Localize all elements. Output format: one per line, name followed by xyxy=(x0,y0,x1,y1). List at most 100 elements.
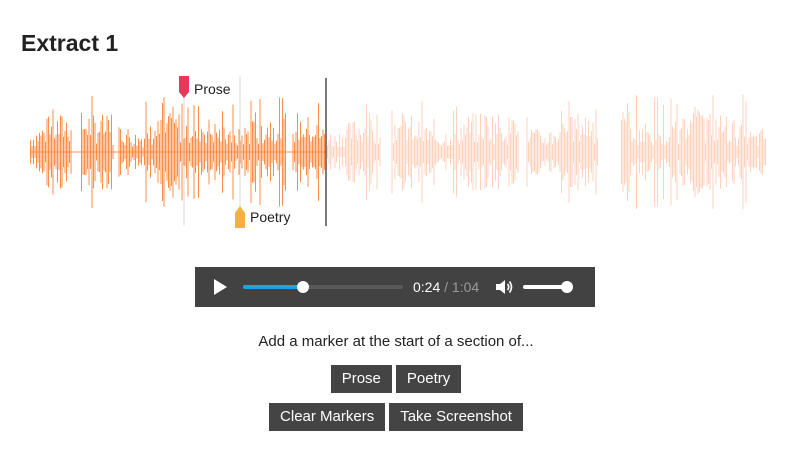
waveform-bar xyxy=(502,140,504,164)
waveform-bar xyxy=(468,117,469,187)
poetry-marker-flag-icon xyxy=(235,206,245,228)
waveform-bar xyxy=(475,114,477,190)
waveform-bar xyxy=(472,113,474,191)
waveform-bar xyxy=(495,123,496,181)
take-screenshot-button[interactable]: Take Screenshot xyxy=(389,403,523,431)
waveform-bar xyxy=(718,126,720,178)
waveform-bar xyxy=(514,123,516,181)
waveform-bar xyxy=(474,141,475,163)
waveform-bar xyxy=(555,136,556,168)
waveform-bar xyxy=(478,134,480,170)
prose-marker-label: Prose xyxy=(194,81,231,97)
waveform-bar xyxy=(723,131,724,173)
waveform-bar xyxy=(480,113,481,191)
poetry-button[interactable]: Poetry xyxy=(395,365,462,393)
waveform-bar xyxy=(537,129,538,175)
waveform-bar xyxy=(709,114,711,190)
current-time: 0:24 xyxy=(413,279,441,295)
waveform-bar xyxy=(589,136,591,168)
waveform-canvas[interactable]: Prose Poetry xyxy=(28,74,772,230)
waveform-bar xyxy=(507,144,508,160)
waveform-bar xyxy=(565,132,567,172)
waveform-bar xyxy=(403,115,405,189)
waveform-bar xyxy=(540,135,541,169)
waveform-bar xyxy=(621,120,622,184)
waveform-bar xyxy=(441,145,442,159)
waveform-bar xyxy=(757,145,759,159)
waveform-bar xyxy=(454,134,456,170)
volume-handle[interactable] xyxy=(561,281,573,293)
waveform-bar xyxy=(466,127,468,177)
waveform-bar xyxy=(762,129,763,175)
waveform-bar xyxy=(687,129,688,175)
instruction-text: Add a marker at the start of a section o… xyxy=(258,333,534,350)
waveform-bar xyxy=(703,118,705,186)
waveform-bar xyxy=(708,120,709,184)
waveform-bar xyxy=(594,143,595,161)
waveform-bar xyxy=(352,122,354,182)
waveform-bar xyxy=(583,134,585,170)
seek-bar-handle[interactable] xyxy=(297,281,309,293)
waveform-bar xyxy=(582,125,583,178)
waveform-bar xyxy=(465,134,466,170)
waveform-bar xyxy=(457,139,459,165)
waveform-bar xyxy=(354,122,355,182)
volume-button[interactable] xyxy=(495,278,515,296)
waveform[interactable]: Prose Poetry xyxy=(28,74,772,230)
waveform-bar xyxy=(688,134,690,170)
waveform-bar xyxy=(501,133,502,171)
waveform-bar xyxy=(498,114,499,190)
seek-bar[interactable] xyxy=(243,281,403,293)
waveform-bar xyxy=(763,138,765,166)
waveform-bar xyxy=(477,142,478,162)
waveform-bar xyxy=(492,116,493,188)
duration: 1:04 xyxy=(451,279,480,295)
waveform-bar xyxy=(429,130,430,174)
waveform-bar xyxy=(714,141,715,163)
waveform-bar xyxy=(358,128,360,176)
waveform-bar xyxy=(544,138,546,166)
waveform-bar xyxy=(373,141,375,163)
waveform-bar xyxy=(342,138,343,166)
waveform-bar xyxy=(693,113,694,191)
waveform-bar xyxy=(397,128,399,176)
page-title: Extract 1 xyxy=(21,30,119,56)
waveform-bar xyxy=(456,107,457,197)
play-button[interactable] xyxy=(209,276,231,298)
waveform-bar xyxy=(442,143,444,161)
waveform-bar xyxy=(541,143,543,162)
waveform-bar xyxy=(402,113,403,191)
waveform-bar xyxy=(717,139,718,165)
waveform-bar xyxy=(628,112,630,192)
waveform-bar xyxy=(675,121,676,183)
waveform-bar xyxy=(408,128,409,176)
waveform-bar xyxy=(552,144,553,160)
waveform-bar xyxy=(597,138,598,166)
waveform-bar xyxy=(730,142,732,162)
waveform-bar xyxy=(705,143,706,161)
action-button-row: Clear Markers Take Screenshot xyxy=(0,403,792,431)
waveform-bar xyxy=(756,135,757,169)
clear-markers-button[interactable]: Clear Markers xyxy=(269,403,386,431)
waveform-bar xyxy=(451,144,453,160)
waveform-bar xyxy=(450,139,451,165)
waveform-bar xyxy=(570,116,571,188)
waveform-bar xyxy=(367,136,369,168)
waveform-bar xyxy=(340,146,342,158)
waveform-bar xyxy=(751,137,753,168)
volume-slider[interactable] xyxy=(523,281,573,293)
waveform-bar xyxy=(348,123,349,181)
prose-button[interactable]: Prose xyxy=(330,365,392,393)
waveform-bar xyxy=(331,144,333,160)
waveform-bar xyxy=(748,137,750,167)
waveform-bar xyxy=(529,137,531,167)
waveform-bar xyxy=(417,138,418,166)
waveform-bar xyxy=(430,131,432,173)
waveform-bar xyxy=(571,117,573,187)
waveform-bar xyxy=(531,130,532,174)
waveform-bar xyxy=(426,127,427,177)
waveform-bar xyxy=(711,135,712,169)
waveform-bar xyxy=(483,139,484,165)
waveform-bar xyxy=(543,142,544,162)
waveform-bar xyxy=(490,138,492,166)
